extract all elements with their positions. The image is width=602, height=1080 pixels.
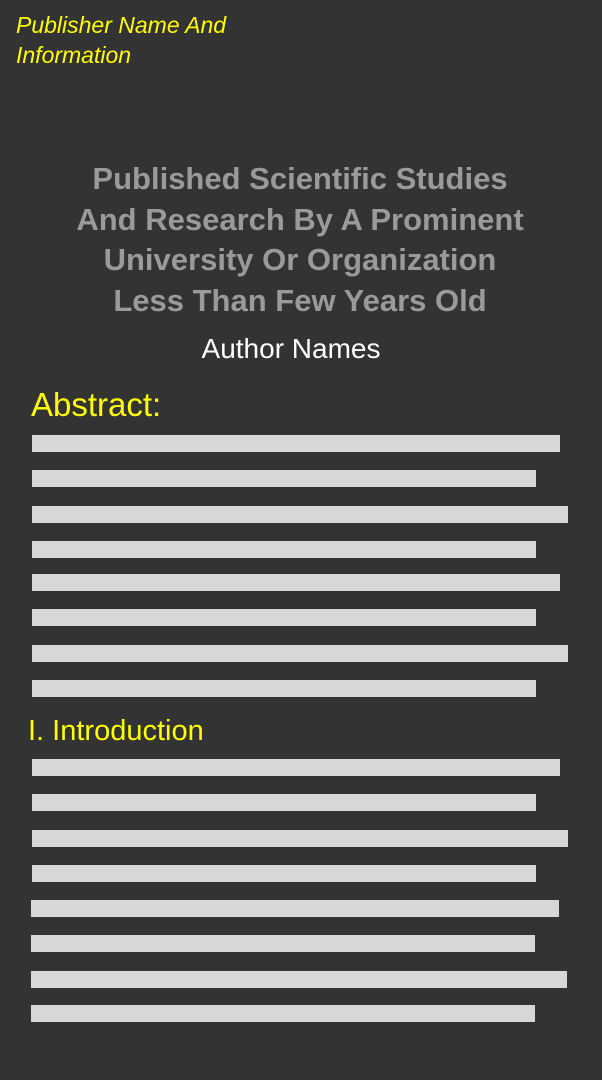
publisher-line-1: Publisher Name And	[16, 12, 227, 38]
text-line-placeholder	[31, 1005, 535, 1022]
text-line-placeholder	[32, 680, 536, 697]
text-line-placeholder	[32, 609, 536, 626]
text-line-placeholder	[31, 900, 559, 917]
text-line-placeholder	[32, 794, 536, 811]
text-line-placeholder	[32, 541, 536, 558]
text-line-placeholder	[32, 506, 568, 523]
text-line-placeholder	[32, 830, 568, 847]
text-line-placeholder	[32, 470, 536, 487]
text-line-placeholder	[31, 935, 535, 952]
text-line-placeholder	[32, 865, 536, 882]
introduction-heading: I. Introduction	[28, 715, 204, 747]
paper-title-line: University Or Organization	[103, 242, 497, 277]
text-line-placeholder	[31, 971, 567, 988]
text-line-placeholder	[32, 574, 560, 591]
text-line-placeholder	[32, 645, 568, 662]
abstract-heading: Abstract:	[31, 386, 162, 423]
publisher-info: Publisher Name And Information	[16, 10, 276, 70]
text-line-placeholder	[32, 435, 560, 452]
publisher-line-2: Information	[16, 42, 132, 68]
text-line-placeholder	[32, 759, 560, 776]
paper-title-line: Less Than Few Years Old	[113, 282, 487, 318]
author-names: Author Names	[201, 333, 381, 364]
paper-title: Published Scientific Studies And Researc…	[20, 159, 580, 321]
paper-title-line: And Research By A Prominent	[76, 201, 524, 237]
paper-title-line: Published Scientific Studies	[92, 161, 508, 196]
